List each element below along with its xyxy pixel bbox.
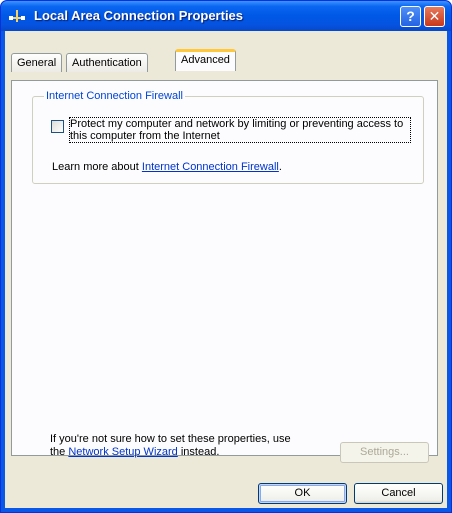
tab-general[interactable]: General — [11, 53, 63, 72]
cancel-button[interactable]: Cancel — [354, 483, 443, 504]
ok-button[interactable]: OK — [258, 483, 347, 504]
tab-authentication[interactable]: Authentication — [66, 53, 148, 72]
setup-help-line2: the Network Setup Wizard instead. — [50, 446, 340, 459]
setup-help-line1: If you're not sure how to set these prop… — [50, 433, 291, 445]
network-connection-icon — [9, 10, 25, 22]
help-button[interactable]: ? — [400, 6, 421, 27]
properties-window: Local Area Connection Properties ? ✕ Gen… — [0, 0, 452, 513]
firewall-checkbox-label[interactable]: Protect my computer and network by limit… — [69, 117, 411, 143]
settings-button[interactable]: Settings... — [340, 442, 429, 463]
learn-more-text: Learn more about Internet Connection Fir… — [52, 161, 282, 173]
learn-more-suffix: . — [278, 161, 282, 173]
setup-help-text: If you're not sure how to set these prop… — [50, 433, 340, 459]
setup-help-prefix: the — [50, 446, 69, 458]
firewall-checkbox[interactable] — [51, 120, 64, 133]
window-title: Local Area Connection Properties — [34, 8, 244, 23]
network-setup-wizard-link[interactable]: Network Setup Wizard — [68, 446, 177, 458]
title-bar[interactable]: Local Area Connection Properties ? ✕ — [1, 1, 451, 31]
close-button[interactable]: ✕ — [424, 6, 445, 27]
firewall-link[interactable]: Internet Connection Firewall — [142, 161, 279, 173]
firewall-group-label: Internet Connection Firewall — [44, 90, 185, 102]
learn-more-prefix: Learn more about — [52, 161, 142, 173]
tab-advanced[interactable]: Advanced — [175, 49, 236, 71]
setup-help-suffix: instead. — [177, 446, 220, 458]
